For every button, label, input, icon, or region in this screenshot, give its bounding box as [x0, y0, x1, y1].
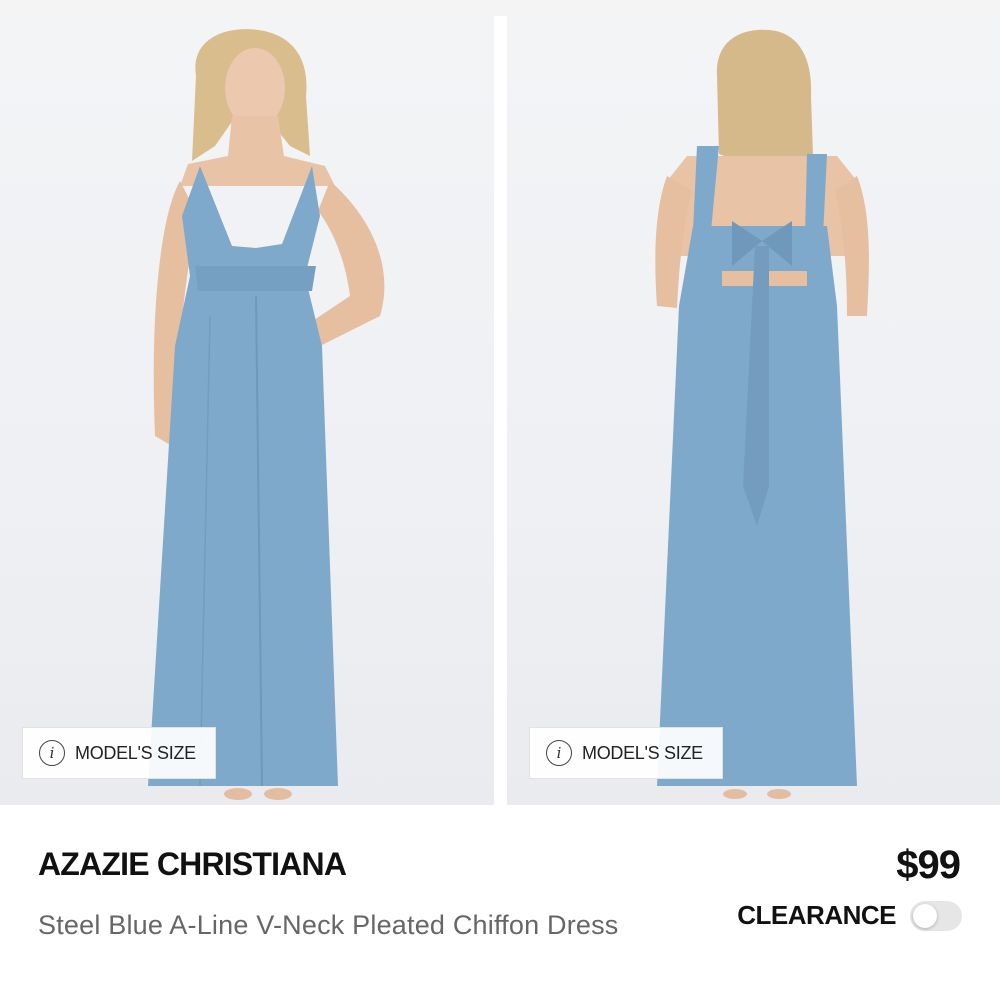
- product-image-front[interactable]: i MODEL'S SIZE: [0, 16, 494, 805]
- clearance-label: CLEARANCE: [737, 900, 896, 930]
- info-icon: i: [546, 740, 572, 766]
- model-size-button[interactable]: i MODEL'S SIZE: [529, 727, 723, 779]
- info-icon: i: [39, 740, 65, 766]
- model-size-label: MODEL'S SIZE: [75, 742, 196, 763]
- product-price: $99: [896, 843, 961, 887]
- clearance-toggle[interactable]: [910, 900, 962, 931]
- front-model-illustration: [148, 29, 385, 800]
- product-image-back[interactable]: i MODEL'S SIZE: [507, 16, 1000, 805]
- product-title[interactable]: Steel Blue A-Line V-Neck Pleated Chiffon…: [38, 905, 688, 946]
- top-strip: [0, 0, 1000, 16]
- product-brand: AZAZIE CHRISTIANA: [38, 846, 347, 882]
- toggle-knob: [913, 903, 937, 928]
- model-size-label: MODEL'S SIZE: [582, 742, 703, 763]
- model-size-button[interactable]: i MODEL'S SIZE: [22, 727, 216, 779]
- clearance-row: CLEARANCE: [737, 900, 962, 931]
- back-model-illustration: [655, 29, 869, 799]
